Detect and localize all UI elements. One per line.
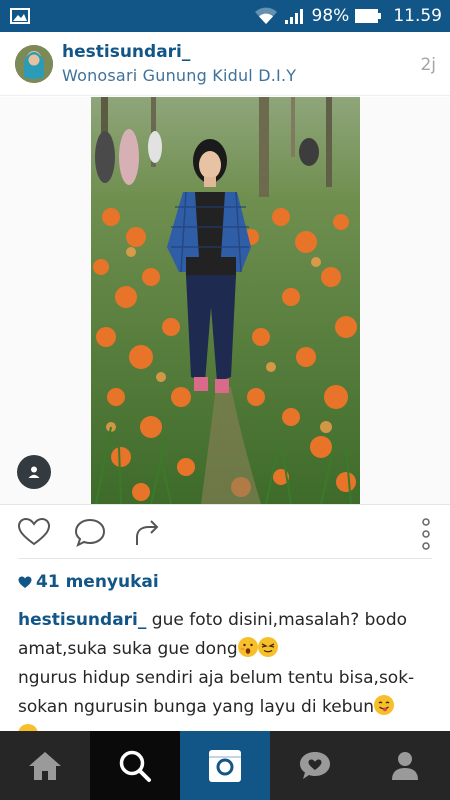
wifi-icon <box>254 7 277 24</box>
small-heart-icon <box>18 576 32 588</box>
caption-text-2: ngurus hidup sendiri aja belum tentu bis… <box>18 668 415 717</box>
gallery-icon <box>10 8 30 24</box>
nav-activity[interactable] <box>270 731 360 800</box>
nav-camera[interactable] <box>180 731 270 800</box>
surprised-emoji-icon <box>237 637 258 657</box>
signal-icon <box>284 9 303 24</box>
nav-profile[interactable] <box>360 731 450 800</box>
search-icon <box>119 750 151 782</box>
post-photo[interactable] <box>91 97 360 504</box>
battery-percentage: 98% <box>311 6 350 26</box>
person-icon <box>28 466 40 478</box>
squinting-emoji-icon <box>257 637 278 657</box>
camera-icon <box>209 749 241 782</box>
activity-icon <box>300 751 330 779</box>
divider <box>18 558 432 559</box>
post-actions <box>0 505 450 560</box>
nav-search[interactable] <box>90 731 180 800</box>
caption-username[interactable]: hestisundari_ <box>18 610 146 630</box>
post-caption: hestisundari_ gue foto disini,masalah? b… <box>18 606 436 751</box>
home-icon <box>29 751 61 780</box>
likes-count[interactable]: 41 menyukai <box>18 572 159 592</box>
likes-label: 41 menyukai <box>36 572 159 592</box>
post-location[interactable]: Wonosari Gunung Kidul D.I.Y <box>62 66 296 85</box>
battery-icon <box>355 9 382 23</box>
post-header: hestisundari_ Wonosari Gunung Kidul D.I.… <box>0 32 450 96</box>
post-timestamp: 2j <box>420 55 436 75</box>
nav-home[interactable] <box>0 731 90 800</box>
avatar[interactable] <box>15 45 53 83</box>
avatar-image <box>15 45 53 83</box>
more-icon[interactable] <box>420 517 432 551</box>
comment-icon[interactable] <box>74 517 106 547</box>
clock: 11.59 <box>393 6 442 26</box>
user-tag-button[interactable] <box>17 455 51 489</box>
photo-area <box>0 97 450 505</box>
tongue-emoji-icon <box>374 695 394 715</box>
heart-icon[interactable] <box>17 517 51 547</box>
profile-icon <box>392 751 418 780</box>
post-username[interactable]: hestisundari_ <box>62 42 190 62</box>
bottom-navigation <box>0 731 450 800</box>
status-bar: 98% 11.59 <box>0 0 450 32</box>
share-icon[interactable] <box>134 517 162 547</box>
